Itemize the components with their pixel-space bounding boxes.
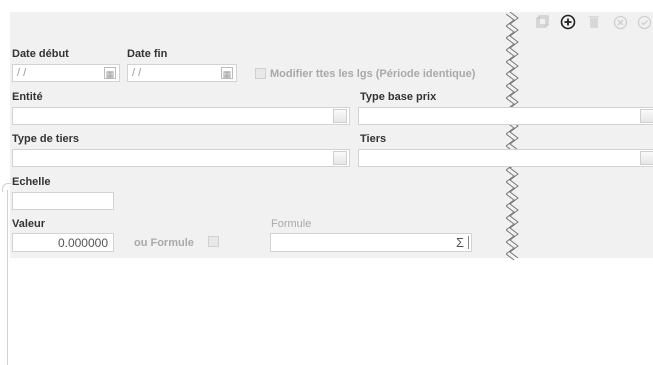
- type-tiers-label: Type de tiers: [12, 133, 80, 145]
- formule-input[interactable]: [271, 234, 471, 251]
- type-tiers-lookup-button[interactable]: [333, 151, 347, 165]
- type-tiers-field[interactable]: [12, 149, 350, 167]
- date-fin-input[interactable]: [128, 65, 236, 81]
- ou-formule-label: ou Formule: [134, 237, 194, 249]
- entite-input[interactable]: [13, 108, 349, 124]
- sigma-icon[interactable]: Σ: [456, 235, 464, 250]
- date-debut-field[interactable]: ▦: [12, 64, 120, 82]
- date-fin-field[interactable]: ▦: [127, 64, 237, 82]
- modifier-checkbox[interactable]: [255, 68, 266, 79]
- valeur-input[interactable]: [13, 234, 113, 251]
- tiers-input[interactable]: [359, 150, 653, 166]
- echelle-label: Echelle: [12, 176, 51, 188]
- valeur-field[interactable]: [12, 233, 114, 252]
- type-base-prix-field[interactable]: [358, 107, 653, 125]
- calendar-icon[interactable]: ▦: [221, 67, 233, 79]
- ou-formule-checkbox[interactable]: [208, 236, 219, 247]
- check-circle-icon[interactable]: [634, 12, 653, 32]
- sigma-divider: [468, 236, 469, 249]
- form-panel: [10, 12, 653, 258]
- valeur-label: Valeur: [12, 218, 46, 230]
- tiers-lookup-button[interactable]: [640, 151, 653, 165]
- echelle-field[interactable]: [12, 192, 114, 210]
- echelle-input[interactable]: [13, 193, 113, 209]
- date-fin-label: Date fin: [127, 48, 168, 60]
- calendar-icon[interactable]: ▦: [104, 67, 116, 79]
- type-base-prix-input[interactable]: [359, 108, 653, 124]
- date-debut-label: Date début: [12, 48, 69, 60]
- type-base-prix-lookup-button[interactable]: [640, 109, 653, 123]
- entite-label: Entité: [12, 91, 43, 103]
- zigzag-divider: [506, 12, 519, 261]
- copy-icon[interactable]: [532, 12, 552, 32]
- modifier-label: Modifier ttes les lgs (Période identique…: [270, 68, 476, 80]
- trash-icon[interactable]: [584, 12, 604, 32]
- entite-field[interactable]: [12, 107, 350, 125]
- type-base-prix-label: Type base prix: [360, 91, 437, 103]
- formule-field[interactable]: Σ: [270, 233, 472, 252]
- formule-label: Formule: [271, 218, 312, 230]
- tiers-field[interactable]: [358, 149, 653, 167]
- tiers-label: Tiers: [360, 133, 387, 145]
- left-border-line: [7, 190, 8, 365]
- type-tiers-input[interactable]: [13, 150, 349, 166]
- cancel-circle-icon[interactable]: [610, 12, 630, 32]
- entite-lookup-button[interactable]: [333, 109, 347, 123]
- screen: Date début ▦ Date fin ▦ Modifier ttes le…: [0, 0, 653, 365]
- add-circle-icon[interactable]: [558, 12, 578, 32]
